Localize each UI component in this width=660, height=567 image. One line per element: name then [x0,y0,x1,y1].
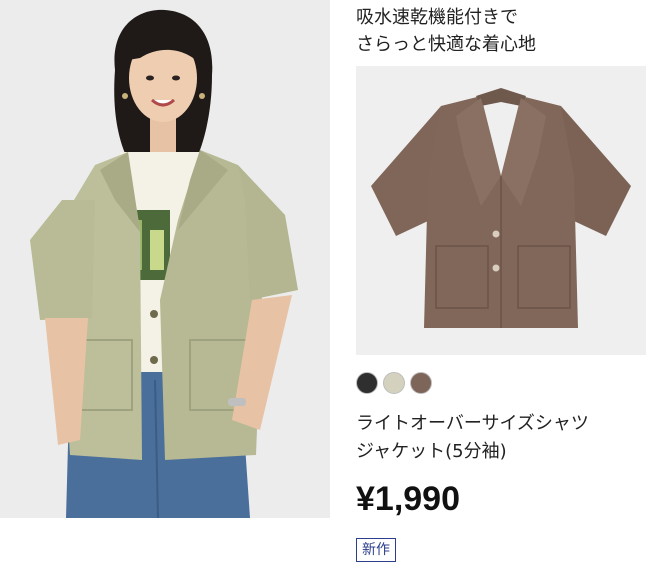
product-photo[interactable] [356,66,646,355]
product-tagline: 吸水速乾機能付きで さらっと快適な着心地 [356,4,656,58]
color-swatches [356,372,432,398]
swatch-black[interactable] [356,372,378,394]
model-photo[interactable] [0,0,330,518]
product-name-line-1: ライトオーバーサイズシャツ [356,413,589,434]
swatch-light-olive[interactable] [383,372,405,394]
product-info: 吸水速乾機能付きで さらっと快適な着心地 ライトオーバーサイズシャツ ジャケット… [356,0,660,567]
product-price: ¥1,990 [356,480,460,518]
new-badge: 新作 [356,538,396,562]
swatch-brown[interactable] [410,372,432,394]
jacket-illustration [356,66,646,355]
product-name-line-2: ジャケット(5分袖) [356,441,507,462]
tagline-line-2: さらっと快適な着心地 [356,34,536,55]
tagline-line-1: 吸水速乾機能付きで [356,7,518,28]
model-illustration [0,0,330,518]
product-name[interactable]: ライトオーバーサイズシャツ ジャケット(5分袖) [356,410,656,466]
